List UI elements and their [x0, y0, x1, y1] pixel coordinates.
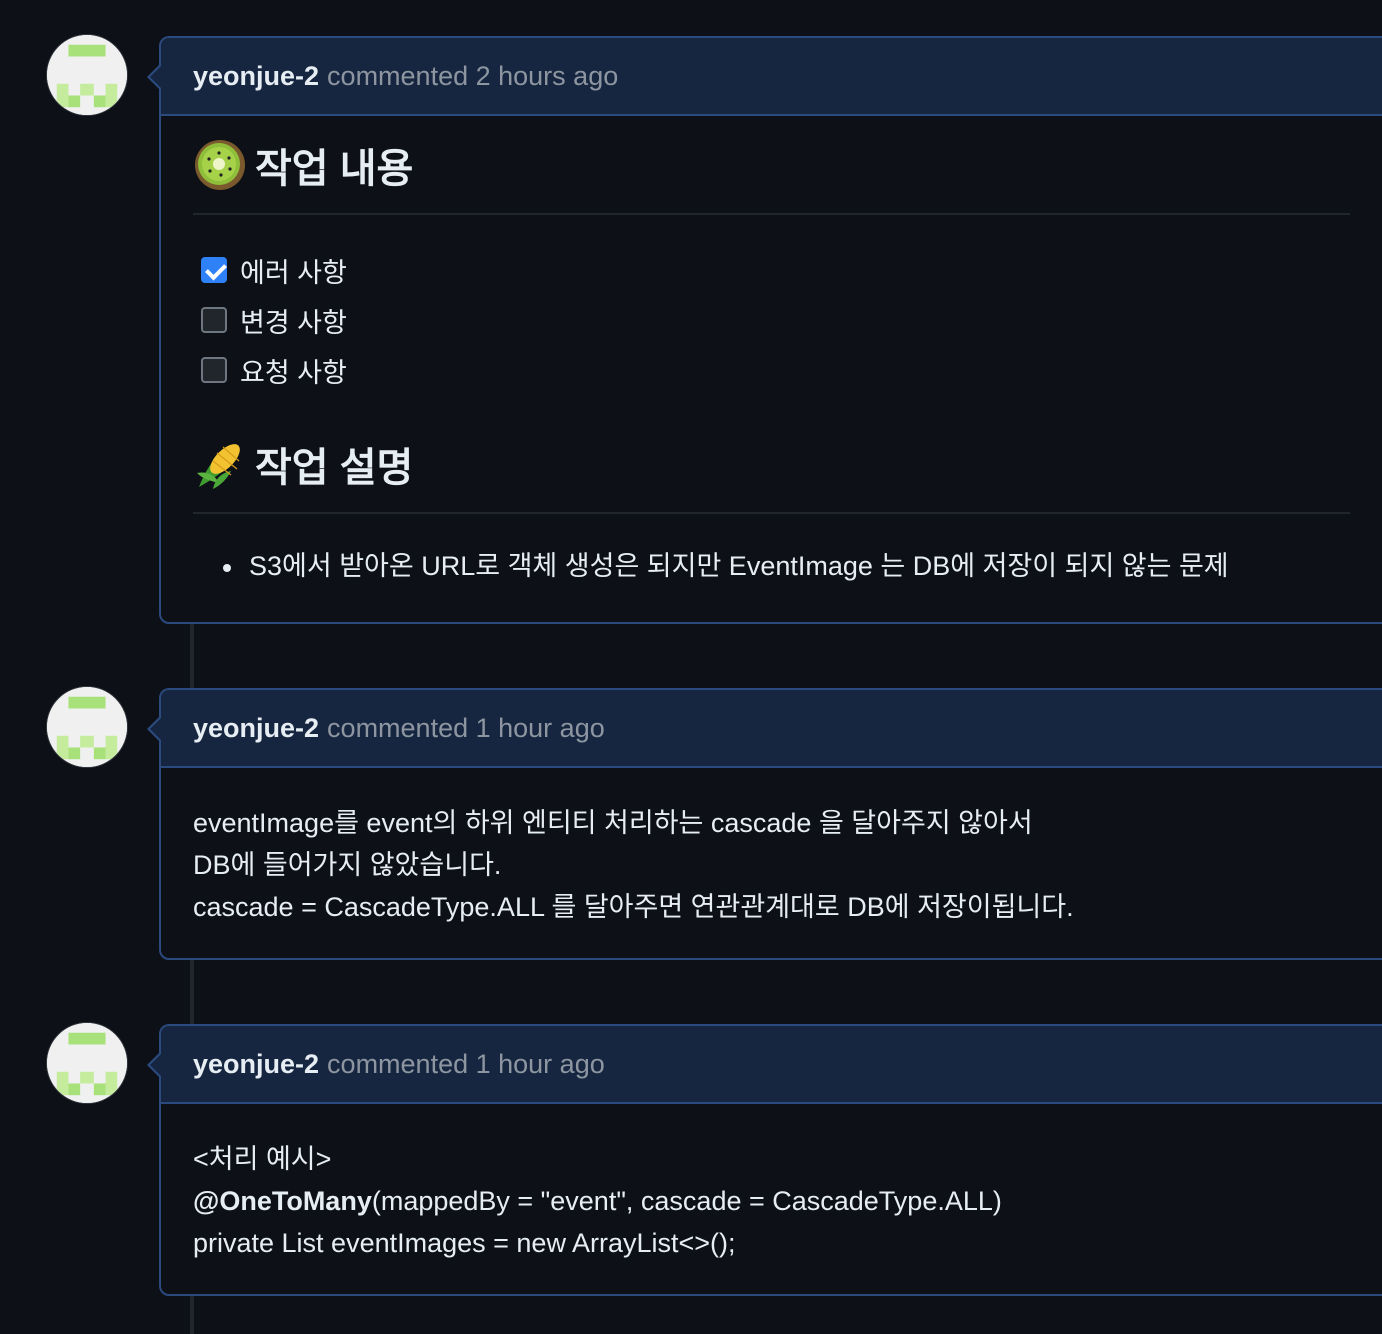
task-label: 요청 사항: [240, 357, 347, 388]
task-item: 에러 사항: [201, 245, 1350, 295]
comment-card: yeonjue-2 commented 2 hours ago 작업 내용 에러…: [147, 36, 1382, 624]
comment-timestamp[interactable]: commented 1 hour ago: [327, 713, 605, 744]
comment-header: yeonjue-2 commented 1 hour ago: [161, 690, 1382, 768]
comment-line: @OneToMany(mappedBy = "event", cascade =…: [193, 1180, 1350, 1222]
avatar[interactable]: [46, 34, 128, 116]
task-checkbox-checked[interactable]: [201, 257, 227, 283]
comment-header: yeonjue-2 commented 2 hours ago: [161, 38, 1382, 116]
identicon-icon: [47, 35, 127, 115]
list-item: S3에서 받아온 URL로 객체 생성은 되지만 EventImage 는 DB…: [223, 546, 1350, 586]
task-list: 에러 사항 변경 사항 요청 사항: [193, 215, 1350, 395]
task-label: 에러 사항: [240, 257, 347, 288]
comment-timestamp[interactable]: commented 2 hours ago: [327, 61, 618, 92]
identicon-icon: [47, 687, 127, 767]
task-label: 변경 사항: [240, 307, 347, 338]
comment-timestamp[interactable]: commented 1 hour ago: [327, 1049, 605, 1080]
section-title: 작업 설명: [255, 445, 414, 490]
section-heading: 작업 내용: [193, 116, 1350, 215]
task-item: 요청 사항: [201, 345, 1350, 395]
comment-card: yeonjue-2 commented 1 hour ago <처리 예시> @…: [147, 1024, 1382, 1296]
identicon-icon: [47, 1023, 127, 1103]
comment-body: eventImage를 event의 하위 엔티티 처리하는 cascade 을…: [161, 768, 1382, 928]
task-checkbox[interactable]: [201, 357, 227, 383]
comment-author[interactable]: yeonjue-2: [193, 61, 319, 92]
comment-body: 작업 내용 에러 사항 변경 사항 요청 사항 작업 설명 S3에서 받아온 U…: [161, 116, 1382, 586]
bullet-list: S3에서 받아온 URL로 객체 생성은 되지만 EventImage 는 DB…: [193, 514, 1350, 586]
comment-line: <처리 예시>: [193, 1144, 332, 1174]
kiwi-emoji-icon: [195, 139, 245, 190]
comment-timeline: yeonjue-2 commented 2 hours ago 작업 내용 에러…: [0, 0, 1382, 1334]
comment-body: <처리 예시> @OneToMany(mappedBy = "event", c…: [161, 1104, 1382, 1264]
avatar[interactable]: [46, 1022, 128, 1104]
comment-author[interactable]: yeonjue-2: [193, 1049, 319, 1080]
comment-line: DB에 들어가지 않았습니다.: [193, 850, 502, 880]
section-heading: 작업 설명: [193, 415, 1350, 514]
task-item: 변경 사항: [201, 295, 1350, 345]
comment-line: cascade = CascadeType.ALL 를 달아주면 연관관계대로 …: [193, 892, 1074, 922]
comment-card: yeonjue-2 commented 1 hour ago eventImag…: [147, 688, 1382, 960]
corn-emoji-icon: [197, 443, 240, 489]
avatar[interactable]: [46, 686, 128, 768]
comment-line: private List eventImages = new ArrayList…: [193, 1228, 736, 1258]
annotation-text: @OneToMany: [193, 1186, 372, 1216]
comment-line: eventImage를 event의 하위 엔티티 처리하는 cascade 을…: [193, 808, 1033, 838]
comment-header: yeonjue-2 commented 1 hour ago: [161, 1026, 1382, 1104]
comment-author[interactable]: yeonjue-2: [193, 713, 319, 744]
section-title: 작업 내용: [255, 146, 414, 191]
annotation-args: (mappedBy = "event", cascade = CascadeTy…: [371, 1186, 1002, 1216]
task-checkbox[interactable]: [201, 307, 227, 333]
